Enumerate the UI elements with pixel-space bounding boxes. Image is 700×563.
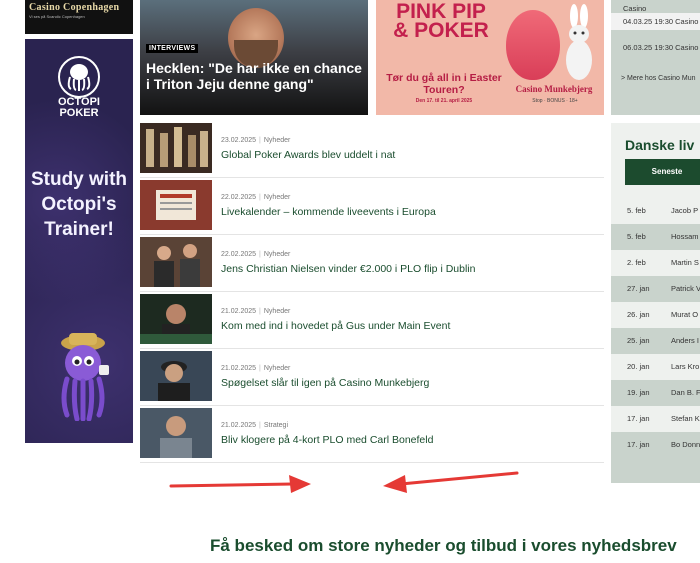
pink-pip-subtitle: Tør du gå all in i Easter Touren? bbox=[386, 72, 502, 96]
sponsor-logos: Stop · BONUS · 18+ bbox=[532, 98, 578, 104]
article-item[interactable]: 21.02.2025 | Strategi Bliv klogere på 4-ko… bbox=[140, 406, 604, 463]
article-item[interactable]: 23.02.2025 | Nyheder Global Poker Awards b… bbox=[140, 121, 604, 178]
octopi-brand: OCTOPI POKER bbox=[25, 97, 133, 119]
article-meta: 21.02.2025 | Nyheder bbox=[221, 365, 291, 372]
article-date: 22.02.2025 bbox=[221, 251, 257, 258]
article-item[interactable]: 22.02.2025 | Nyheder Livekalender – kommen… bbox=[140, 178, 604, 235]
article-thumbnail[interactable] bbox=[140, 351, 212, 401]
live-result-date: 20. jan bbox=[627, 362, 650, 371]
live-result-name[interactable]: Bo Donn bbox=[671, 432, 700, 458]
arrow-left-icon bbox=[383, 471, 519, 493]
live-result-row[interactable]: 27. jan Patrick V bbox=[611, 276, 700, 302]
pink-pip-dates: Den 17. til 21. april 2025 bbox=[415, 98, 473, 104]
article-meta: 21.02.2025 | Nyheder bbox=[221, 308, 291, 315]
live-result-date: 26. jan bbox=[627, 310, 650, 319]
live-result-row[interactable]: 2. feb Martin S bbox=[611, 250, 700, 276]
category-badge: INTERVIEWS bbox=[146, 44, 199, 53]
pink-pip-headline: PINK PIP & POKER bbox=[393, 0, 489, 42]
live-result-date: 17. jan bbox=[627, 414, 650, 423]
octopi-brand-line2: POKER bbox=[59, 107, 99, 119]
article-thumbnail[interactable] bbox=[140, 180, 212, 230]
article-item[interactable]: 22.02.2025 | Nyheder Jens Christian Nielse… bbox=[140, 235, 604, 292]
article-thumbnail[interactable] bbox=[140, 294, 212, 344]
live-result-row[interactable]: 26. jan Murat O bbox=[611, 302, 700, 328]
arrow-right-icon bbox=[169, 475, 311, 493]
article-title[interactable]: Global Poker Awards blev uddelt i nat bbox=[221, 149, 395, 161]
casino-schedule-widget: Casino 04.03.25 19:30 Casino 06.03.25 19… bbox=[611, 0, 700, 115]
easter-egg-icon bbox=[506, 10, 560, 80]
article-date: 21.02.2025 bbox=[221, 308, 257, 315]
article-title[interactable]: Spøgelset slår til igen på Casino Munkeb… bbox=[221, 377, 429, 389]
newsletter-heading: Få besked om store nyheder og tilbud i v… bbox=[210, 536, 677, 555]
live-result-row[interactable]: 5. feb Hossam bbox=[611, 224, 700, 250]
live-result-date: 5. feb bbox=[627, 206, 646, 215]
article-meta: 22.02.2025 | Nyheder bbox=[221, 194, 291, 201]
article-category[interactable]: Strategi bbox=[264, 422, 288, 429]
article-item[interactable]: 21.02.2025 | Nyheder Spøgelset slår til ig… bbox=[140, 349, 604, 406]
live-result-date: 25. jan bbox=[627, 336, 650, 345]
feature-title[interactable]: Hecklen: "De har ikke en chance i Triton… bbox=[146, 60, 362, 92]
article-date: 23.02.2025 bbox=[221, 137, 257, 144]
octopi-poker-ad[interactable]: OCTOPI POKER Study with Octopi's Trainer… bbox=[25, 39, 133, 443]
live-result-name[interactable]: Patrick V bbox=[671, 276, 700, 302]
latest-tab-button[interactable]: Seneste bbox=[625, 159, 700, 185]
casino-copenhagen-tag: Vi ses på Scandic Copenhagen bbox=[29, 14, 85, 19]
article-date: 21.02.2025 bbox=[221, 365, 257, 372]
article-item[interactable]: 21.02.2025 | Nyheder Kom med ind i hovedet… bbox=[140, 292, 604, 349]
article-category[interactable]: Nyheder bbox=[264, 137, 290, 144]
live-results-title: Danske liv bbox=[625, 137, 695, 153]
article-category[interactable]: Nyheder bbox=[264, 194, 290, 201]
article-date: 22.02.2025 bbox=[221, 194, 257, 201]
schedule-row[interactable]: 06.03.25 19:30 Casino bbox=[611, 39, 700, 56]
live-result-name[interactable]: Lars Kro bbox=[671, 354, 699, 380]
article-thumbnail[interactable] bbox=[140, 237, 212, 287]
article-meta: 23.02.2025 | Nyheder bbox=[221, 137, 291, 144]
live-result-row[interactable]: 20. jan Lars Kro bbox=[611, 354, 700, 380]
casino-copenhagen-name: Casino Copenhagen bbox=[29, 2, 120, 13]
live-result-name[interactable]: Stefan K bbox=[671, 406, 700, 432]
feature-pink-pip-poker-ad[interactable]: PINK PIP & POKER Tør du gå all in i East… bbox=[376, 0, 604, 115]
article-title[interactable]: Bliv klogere på 4-kort PLO med Carl Bone… bbox=[221, 434, 433, 446]
live-result-date: 2. feb bbox=[627, 258, 646, 267]
live-result-row[interactable]: 17. jan Stefan K bbox=[611, 406, 700, 432]
live-result-row[interactable]: 19. jan Dan B. F bbox=[611, 380, 700, 406]
article-title[interactable]: Livekalender – kommende liveevents i Eur… bbox=[221, 206, 436, 218]
live-results-header: Danske liv Seneste bbox=[611, 123, 700, 198]
article-title[interactable]: Jens Christian Nielsen vinder €2.000 i P… bbox=[221, 263, 475, 275]
live-result-row[interactable]: 5. feb Jacob P bbox=[611, 198, 700, 224]
live-result-date: 27. jan bbox=[627, 284, 650, 293]
article-meta: 22.02.2025 | Nyheder bbox=[221, 251, 291, 258]
danish-live-results-widget: Danske liv Seneste 5. feb Jacob P 5. feb H… bbox=[611, 123, 700, 483]
bunny-icon bbox=[566, 4, 592, 80]
article-meta: 21.02.2025 | Strategi bbox=[221, 422, 288, 429]
live-result-row[interactable]: 25. jan Anders I bbox=[611, 328, 700, 354]
octopi-headline: Study with Octopi's Trainer! bbox=[30, 169, 128, 240]
live-result-name[interactable]: Dan B. F bbox=[671, 380, 700, 406]
live-result-row[interactable]: 17. jan Bo Donn bbox=[611, 432, 700, 458]
article-category[interactable]: Nyheder bbox=[264, 308, 290, 315]
annotation-arrows bbox=[169, 471, 519, 493]
article-date: 21.02.2025 bbox=[221, 422, 257, 429]
casino-copenhagen-ad[interactable]: Casino Copenhagen Vi ses på Scandic Cope… bbox=[25, 0, 133, 34]
article-thumbnail[interactable] bbox=[140, 123, 212, 173]
casino-munkebjerg-logo: Casino Munkebjerg bbox=[515, 84, 593, 94]
octopus-logo-icon bbox=[58, 56, 100, 98]
live-result-date: 19. jan bbox=[627, 388, 650, 397]
feature-hecklen[interactable]: INTERVIEWS Hecklen: "De har ikke en chan… bbox=[140, 0, 368, 115]
live-result-date: 5. feb bbox=[627, 232, 646, 241]
article-thumbnail[interactable] bbox=[140, 408, 212, 458]
live-result-name[interactable]: Martin S bbox=[671, 250, 699, 276]
schedule-row[interactable]: 04.03.25 19:30 Casino bbox=[611, 13, 700, 30]
live-result-date: 17. jan bbox=[627, 440, 650, 449]
article-category[interactable]: Nyheder bbox=[264, 251, 290, 258]
schedule-more-link[interactable]: > Mere hos Casino Mun bbox=[621, 75, 696, 82]
article-title[interactable]: Kom med ind i hovedet på Gus under Main … bbox=[221, 320, 450, 332]
octopus-mascot-icon bbox=[61, 333, 109, 421]
live-result-name[interactable]: Murat O bbox=[671, 302, 698, 328]
live-result-name[interactable]: Jacob P bbox=[671, 198, 698, 224]
article-list: 23.02.2025 | Nyheder Global Poker Awards b… bbox=[140, 121, 604, 463]
article-category[interactable]: Nyheder bbox=[264, 365, 290, 372]
live-result-name[interactable]: Hossam bbox=[671, 224, 699, 250]
live-result-name[interactable]: Anders I bbox=[671, 328, 699, 354]
